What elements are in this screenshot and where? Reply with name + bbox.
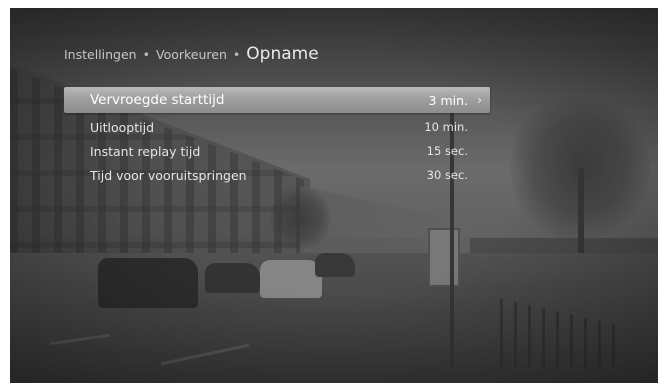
menu-item-label: Uitlooptijd [90, 119, 155, 135]
chevron-right-icon: › [477, 93, 482, 107]
breadcrumb: Instellingen • Voorkeuren • Opname [64, 44, 319, 64]
background-video [10, 8, 658, 383]
menu-item-instant-replay-time[interactable]: Instant replay tijd 15 sec. [64, 139, 490, 163]
menu-item-skip-forward-time[interactable]: Tijd voor vooruitspringen 30 sec. [64, 163, 490, 187]
menu-item-label: Instant replay tijd [90, 143, 201, 159]
breadcrumb-item-settings[interactable]: Instellingen [64, 47, 137, 62]
breadcrumb-separator: • [232, 47, 241, 62]
page-title: Opname [246, 44, 319, 64]
menu-item-value: 10 min. [424, 120, 468, 134]
tv-screen: Instellingen • Voorkeuren • Opname Vervr… [10, 8, 658, 383]
menu-item-overrun-time[interactable]: Uitlooptijd 10 min. [64, 115, 490, 139]
menu-item-label: Vervroegde starttijd [90, 92, 225, 108]
menu-item-value: 30 sec. [426, 168, 468, 182]
settings-menu: Vervroegde starttijd 3 min. › Uitlooptij… [64, 87, 490, 187]
overlay-vignette [10, 8, 658, 383]
breadcrumb-item-preferences[interactable]: Voorkeuren [156, 47, 227, 62]
breadcrumb-separator: • [142, 47, 150, 62]
menu-item-label: Tijd voor vooruitspringen [90, 167, 247, 183]
menu-item-value: 3 min. [428, 92, 468, 108]
menu-item-value: 15 sec. [426, 144, 468, 158]
menu-item-early-start-time[interactable]: Vervroegde starttijd 3 min. › [64, 87, 490, 113]
